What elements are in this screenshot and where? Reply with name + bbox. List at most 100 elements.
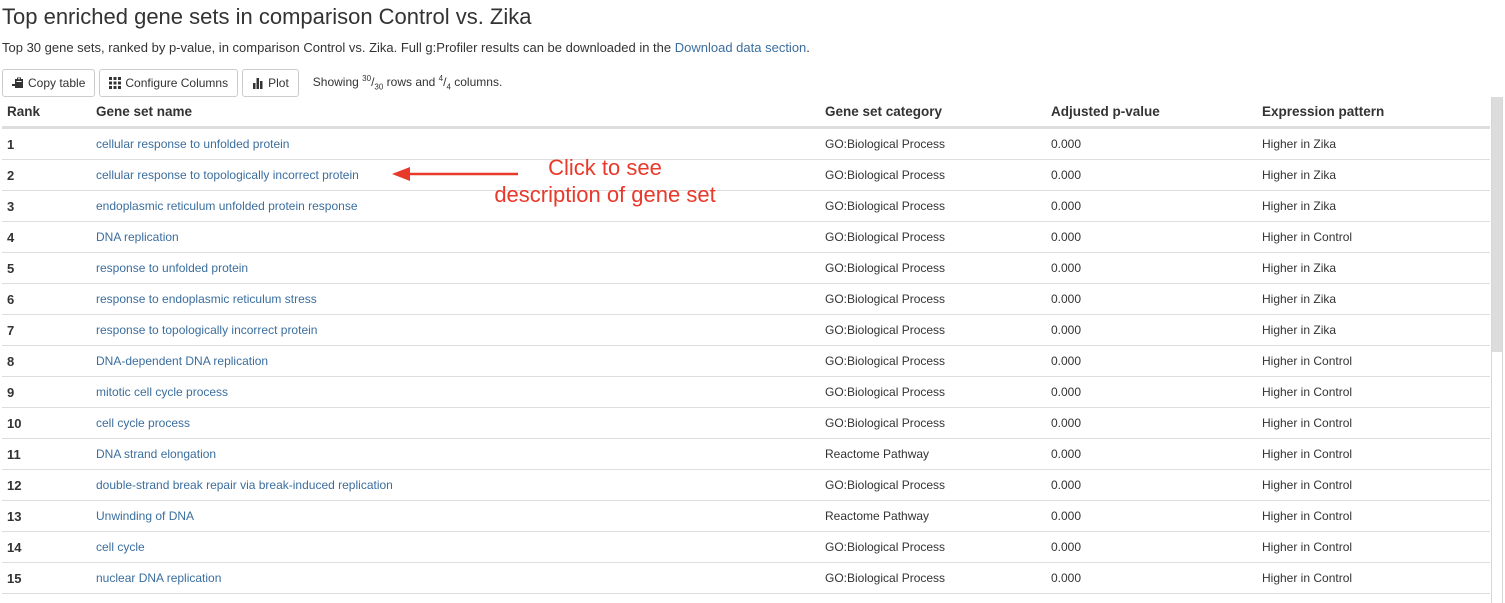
copy-table-label: Copy table — [28, 76, 86, 90]
cell-rank: 4 — [2, 221, 91, 253]
cell-category: GO:Biological Process — [820, 407, 1046, 439]
gene-set-link[interactable]: DNA strand elongation — [96, 447, 216, 461]
cell-expression-pattern: Higher in Zika — [1257, 190, 1490, 222]
cell-pvalue: 0.000 — [1046, 562, 1257, 594]
download-data-link[interactable]: Download data section — [675, 40, 807, 55]
cell-gene-set-name: nuclear DNA replication — [91, 562, 820, 594]
cell-category: GO:Biological Process — [820, 531, 1046, 563]
cell-category: GO:Biological Process — [820, 345, 1046, 377]
cell-expression-pattern: Higher in Zika — [1257, 252, 1490, 284]
gene-set-link[interactable]: Unwinding of DNA — [96, 509, 194, 523]
gene-set-link[interactable]: DNA-dependent DNA replication — [96, 354, 268, 368]
results-table-container: Rank Gene set name Gene set category Adj… — [2, 97, 1490, 603]
cell-category: Reactome Pathway — [820, 500, 1046, 532]
cell-gene-set-name: Unwinding of DNA — [91, 500, 820, 532]
bar-chart-icon — [252, 77, 264, 89]
table-scrollbar[interactable] — [1491, 97, 1503, 603]
cell-category: GO:Biological Process — [820, 376, 1046, 408]
intro-suffix: . — [806, 40, 810, 55]
copy-table-button[interactable]: Copy table — [2, 69, 96, 97]
cell-pvalue: 0.000 — [1046, 469, 1257, 501]
table-row: 9 mitotic cell cycle process GO:Biological… — [2, 376, 1490, 408]
cell-pvalue: 0.000 — [1046, 283, 1257, 315]
gene-set-link[interactable]: cellular response to unfolded protein — [96, 137, 289, 151]
cell-pvalue: 0.000 — [1046, 190, 1257, 222]
status-mid: rows and — [383, 75, 439, 90]
gene-set-link[interactable]: cell cycle — [96, 540, 145, 554]
rows-total: 30 — [374, 82, 384, 92]
configure-columns-button[interactable]: Configure Columns — [99, 69, 239, 97]
cell-expression-pattern: Higher in Control — [1257, 221, 1490, 253]
cell-gene-set-name: response to unfolded protein — [91, 252, 820, 284]
cell-gene-set-name: response to topologically incorrect prot… — [91, 314, 820, 346]
column-header-pvalue[interactable]: Adjusted p-value — [1046, 97, 1257, 129]
plot-button[interactable]: Plot — [242, 69, 299, 97]
cell-expression-pattern: Higher in Zika — [1257, 314, 1490, 346]
gene-set-link[interactable]: endoplasmic reticulum unfolded protein r… — [96, 199, 358, 213]
cell-rank: 8 — [2, 345, 91, 377]
cell-rank: 6 — [2, 283, 91, 315]
rows-shown: 30 — [362, 74, 372, 84]
column-header-expression[interactable]: Expression pattern — [1257, 97, 1490, 129]
cell-pvalue: 0.000 — [1046, 252, 1257, 284]
table-body: 1 cellular response to unfolded protein GO… — [2, 127, 1490, 594]
cell-pvalue: 0.000 — [1046, 376, 1257, 408]
cell-expression-pattern: Higher in Control — [1257, 562, 1490, 594]
cell-rank: 13 — [2, 500, 91, 532]
gene-set-link[interactable]: response to topologically incorrect prot… — [96, 323, 317, 337]
page-title: Top enriched gene sets in comparison Con… — [2, 4, 532, 29]
annotation-line-1: Click to see — [548, 155, 662, 180]
cell-category: Reactome Pathway — [820, 438, 1046, 470]
gene-set-link[interactable]: cell cycle process — [96, 416, 190, 430]
cell-expression-pattern: Higher in Zika — [1257, 283, 1490, 315]
cell-rank: 10 — [2, 407, 91, 439]
cell-rank: 15 — [2, 562, 91, 594]
table-row: 5 response to unfolded protein GO:Biologic… — [2, 252, 1490, 284]
cell-expression-pattern: Higher in Control — [1257, 500, 1490, 532]
gene-set-link[interactable]: nuclear DNA replication — [96, 571, 221, 585]
grid-icon — [109, 77, 122, 89]
cell-category: GO:Biological Process — [820, 159, 1046, 191]
intro-text: Top 30 gene sets, ranked by p-value, in … — [2, 40, 810, 55]
gene-set-link[interactable]: response to endoplasmic reticulum stress — [96, 292, 317, 306]
gene-set-link[interactable]: response to unfolded protein — [96, 261, 248, 275]
cell-rank: 3 — [2, 190, 91, 222]
gene-set-link[interactable]: cellular response to topologically incor… — [96, 168, 359, 182]
cell-gene-set-name: cell cycle — [91, 531, 820, 563]
cell-category: GO:Biological Process — [820, 469, 1046, 501]
table-row: 15 nuclear DNA replication GO:Biological P… — [2, 562, 1490, 594]
table-header-row: Rank Gene set name Gene set category Adj… — [2, 97, 1490, 129]
status-suffix: columns. — [450, 75, 503, 90]
cell-rank: 9 — [2, 376, 91, 408]
cell-rank: 7 — [2, 314, 91, 346]
table-row: 1 cellular response to unfolded protein GO… — [2, 127, 1490, 160]
cell-rank: 11 — [2, 438, 91, 470]
cell-rank: 14 — [2, 531, 91, 563]
gene-set-link[interactable]: double-strand break repair via break-ind… — [96, 478, 393, 492]
column-header-category[interactable]: Gene set category — [820, 97, 1046, 129]
scrollbar-thumb[interactable] — [1492, 97, 1502, 352]
column-header-rank[interactable]: Rank — [2, 97, 91, 129]
cell-pvalue: 0.000 — [1046, 159, 1257, 191]
cell-gene-set-name: DNA strand elongation — [91, 438, 820, 470]
cell-rank: 12 — [2, 469, 91, 501]
cell-expression-pattern: Higher in Control — [1257, 438, 1490, 470]
column-header-gene-set-name[interactable]: Gene set name — [91, 97, 820, 129]
cell-gene-set-name: cell cycle process — [91, 407, 820, 439]
gene-set-link[interactable]: DNA replication — [96, 230, 179, 244]
status-prefix: Showing — [312, 75, 363, 90]
cell-rank: 1 — [2, 127, 91, 160]
cell-expression-pattern: Higher in Control — [1257, 345, 1490, 377]
cell-gene-set-name: response to endoplasmic reticulum stress — [91, 283, 820, 315]
cell-category: GO:Biological Process — [820, 252, 1046, 284]
annotation-line-2: description of gene set — [494, 182, 716, 207]
cell-expression-pattern: Higher in Control — [1257, 531, 1490, 563]
table-row: 2 cellular response to topologically inco… — [2, 159, 1490, 191]
cell-expression-pattern: Higher in Zika — [1257, 159, 1490, 191]
cell-category: GO:Biological Process — [820, 190, 1046, 222]
cell-pvalue: 0.000 — [1046, 438, 1257, 470]
cell-expression-pattern: Higher in Control — [1257, 376, 1490, 408]
gene-set-link[interactable]: mitotic cell cycle process — [96, 385, 228, 399]
cell-gene-set-name: DNA replication — [91, 221, 820, 253]
cell-pvalue: 0.000 — [1046, 314, 1257, 346]
